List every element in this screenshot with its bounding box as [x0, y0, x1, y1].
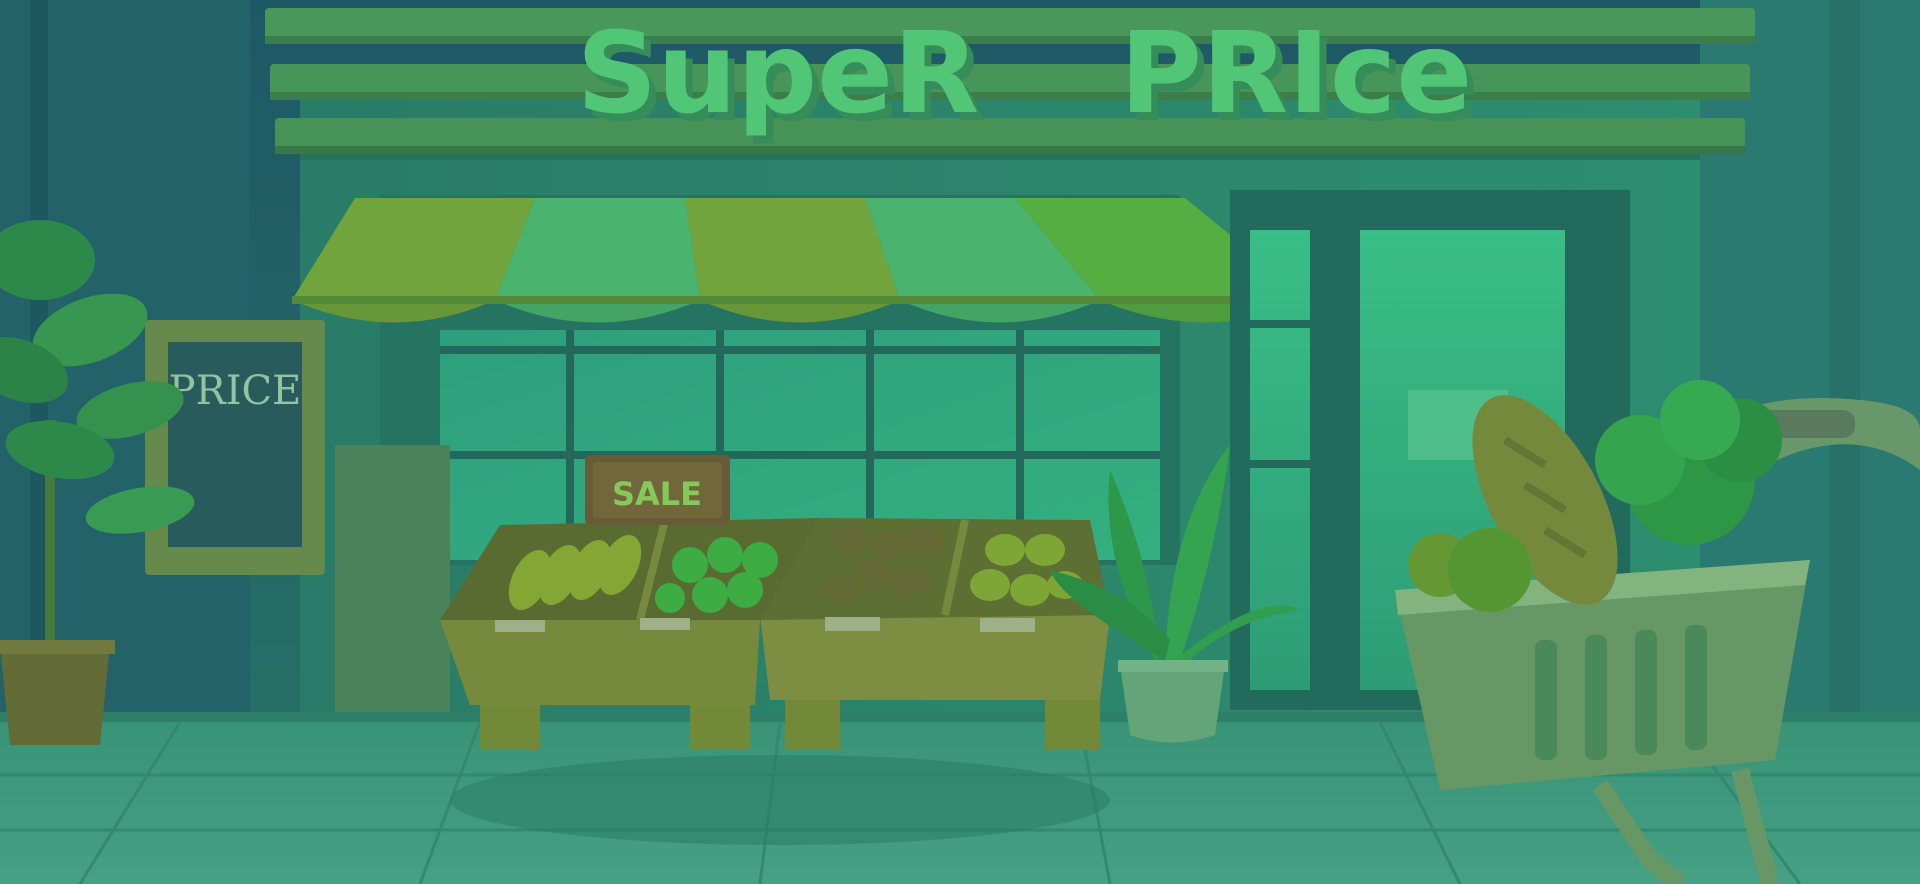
tint-overlay — [0, 0, 1920, 884]
storefront-scene: SupeR SupeR PRIce PRIce PRICE SALE — [0, 0, 1920, 884]
